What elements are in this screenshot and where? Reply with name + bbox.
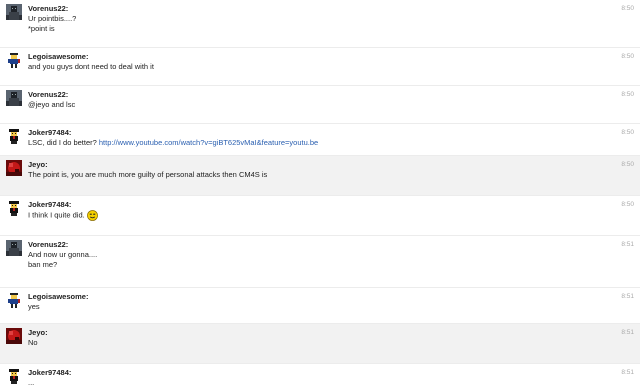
lego-avatar [6, 292, 22, 308]
message-text: LSC, did I do better? http://www.youtube… [28, 138, 610, 148]
message-text: yes [28, 302, 40, 311]
message-time: 8:51 [621, 293, 634, 300]
avatar[interactable] [6, 328, 22, 344]
message-time: 8:50 [621, 129, 634, 136]
chat-message: Vorenus22: And now ur gonna.... ban me? … [0, 236, 640, 288]
chat-message: Jeyo: No 8:51 [0, 324, 640, 364]
avatar[interactable] [6, 4, 22, 20]
message-author[interactable]: Joker97484: [28, 368, 610, 378]
message-text: The point is, you are much more guilty o… [28, 170, 268, 179]
avatar[interactable] [6, 200, 22, 216]
message-time: 8:50 [621, 5, 634, 12]
vorenus-avatar [6, 4, 22, 20]
message-text: Ur pointbis....? [28, 14, 77, 23]
avatar[interactable] [6, 128, 22, 144]
avatar[interactable] [6, 368, 22, 384]
chat-message: Legoisawesome: and you guys dont need to… [0, 48, 640, 86]
chat-log: Vorenus22: Ur pointbis....? *point is 8:… [0, 0, 640, 392]
chat-message: Joker97484: ... 8:51 [0, 364, 640, 392]
message-author[interactable]: Vorenus22: [28, 240, 610, 250]
message-time: 8:50 [621, 161, 634, 168]
message-text: ... [28, 378, 35, 387]
jeyo-avatar [6, 328, 22, 344]
message-text: I think I quite did. [28, 210, 610, 221]
lego-avatar [6, 52, 22, 68]
avatar[interactable] [6, 160, 22, 176]
avatar[interactable] [6, 90, 22, 106]
message-author[interactable]: Jeyo: [28, 328, 610, 338]
message-author[interactable]: Joker97484: [28, 200, 610, 210]
smiley-emoji-icon [86, 210, 98, 221]
chat-message: Legoisawesome: yes 8:51 [0, 288, 640, 324]
message-text-content: I think I quite did. [28, 210, 85, 220]
message-time: 8:50 [621, 53, 634, 60]
vorenus-avatar [6, 90, 22, 106]
message-text: @jeyo and lsc [28, 100, 76, 109]
message-text: And now ur gonna.... [28, 250, 98, 259]
joker-avatar [6, 128, 22, 144]
message-author[interactable]: Vorenus22: [28, 90, 610, 100]
message-time: 8:51 [621, 241, 634, 248]
chat-message: Vorenus22: @jeyo and lsc 8:50 [0, 86, 640, 124]
message-author[interactable]: Joker97484: [28, 128, 610, 138]
message-text: *point is [28, 24, 55, 33]
vorenus-avatar [6, 240, 22, 256]
avatar[interactable] [6, 52, 22, 68]
message-author[interactable]: Legoisawesome: [28, 52, 610, 62]
message-time: 8:51 [621, 369, 634, 376]
message-author[interactable]: Vorenus22: [28, 4, 610, 14]
avatar[interactable] [6, 240, 22, 256]
joker-avatar [6, 200, 22, 216]
message-time: 8:51 [621, 329, 634, 336]
joker-avatar [6, 368, 22, 384]
message-author[interactable]: Jeyo: [28, 160, 610, 170]
message-time: 8:50 [621, 201, 634, 208]
message-text: ban me? [28, 260, 58, 269]
chat-message: Jeyo: The point is, you are much more gu… [0, 156, 640, 196]
youtube-link[interactable]: http://www.youtube.com/watch?v=giBT625vM… [99, 138, 318, 147]
avatar[interactable] [6, 292, 22, 308]
message-text: and you guys dont need to deal with it [28, 62, 154, 71]
message-text-prefix: LSC, did I do better? [28, 138, 99, 147]
message-time: 8:50 [621, 91, 634, 98]
message-text: No [28, 338, 38, 347]
chat-message: Joker97484: LSC, did I do better? http:/… [0, 124, 640, 156]
chat-message: Joker97484: I think I quite did. 8:50 [0, 196, 640, 236]
jeyo-avatar [6, 160, 22, 176]
chat-message: Vorenus22: Ur pointbis....? *point is 8:… [0, 0, 640, 48]
message-author[interactable]: Legoisawesome: [28, 292, 610, 302]
